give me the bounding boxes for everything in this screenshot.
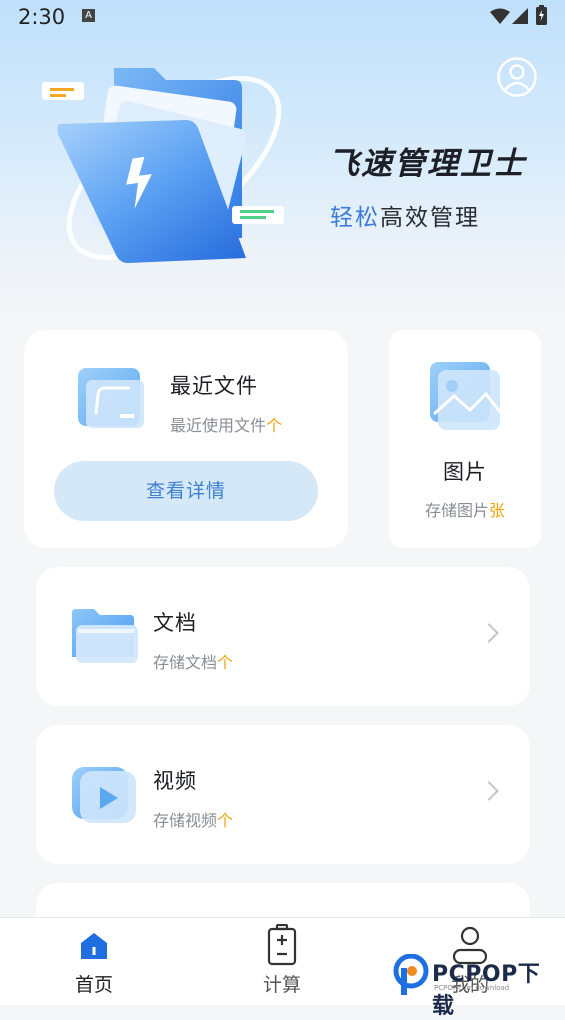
notification-icon: A — [82, 9, 95, 22]
video-subtitle: 存储视频个 — [153, 807, 233, 831]
recent-files-sub-prefix: 最近使用文件 — [170, 416, 267, 435]
documents-sub-prefix: 存储文档 — [153, 653, 218, 672]
folder-illustration — [42, 68, 284, 263]
document-folder-icon — [72, 609, 138, 663]
video-title: 视频 — [153, 769, 197, 793]
images-subtitle: 存储图片张 — [389, 497, 541, 521]
video-card[interactable]: 视频 存储视频个 — [36, 725, 530, 864]
calculator-icon — [267, 924, 297, 966]
nav-label-calculator: 计算 — [262, 974, 301, 996]
watermark: PCPOP下载 PCPOP.com download — [392, 954, 562, 1019]
images-card[interactable]: 图片 存储图片张 — [389, 330, 541, 548]
battery-icon — [536, 5, 547, 25]
video-sub-unit: 个 — [217, 811, 234, 830]
documents-title: 文档 — [153, 611, 197, 635]
documents-sub-unit: 个 — [217, 653, 234, 672]
chevron-right-icon — [479, 623, 499, 643]
recent-files-title: 最近文件 — [170, 374, 258, 398]
watermark-small-text: PCPOP.com download — [434, 984, 510, 992]
recent-files-sub-unit: 个 — [266, 416, 283, 435]
video-play-icon — [72, 767, 136, 823]
app-title: 飞速管理卫士 — [328, 146, 526, 182]
chevron-right-icon — [479, 781, 499, 801]
images-title: 图片 — [443, 460, 487, 484]
subtitle-rest: 高效管理 — [380, 205, 480, 231]
recent-files-card[interactable]: 最近文件 最近使用文件个 查看详情 — [24, 330, 348, 548]
app-subtitle: 轻松高效管理 — [330, 198, 480, 232]
wifi-icon — [490, 8, 510, 24]
signal-icon — [512, 8, 528, 24]
images-sub-unit: 张 — [489, 501, 506, 520]
documents-card[interactable]: 文档 存储文档个 — [36, 567, 530, 706]
image-icon — [430, 362, 502, 430]
nav-item-home[interactable]: 首页 — [34, 918, 154, 1005]
nav-item-calculator[interactable]: 计算 — [222, 918, 342, 1005]
user-circle-icon[interactable] — [497, 57, 537, 97]
nav-label-home: 首页 — [74, 974, 113, 996]
recent-files-subtitle: 最近使用文件个 — [170, 412, 282, 436]
home-icon — [81, 933, 107, 959]
view-details-button[interactable]: 查看详情 — [54, 461, 318, 521]
status-bar: 2:30 A — [0, 0, 565, 36]
subtitle-highlight: 轻松 — [330, 205, 380, 231]
status-time: 2:30 — [18, 5, 66, 29]
watermark-logo-icon — [393, 954, 429, 995]
images-sub-prefix: 存储图片 — [424, 501, 489, 520]
video-sub-prefix: 存储视频 — [153, 811, 218, 830]
recent-folder-icon — [78, 368, 144, 428]
documents-subtitle: 存储文档个 — [153, 649, 233, 673]
